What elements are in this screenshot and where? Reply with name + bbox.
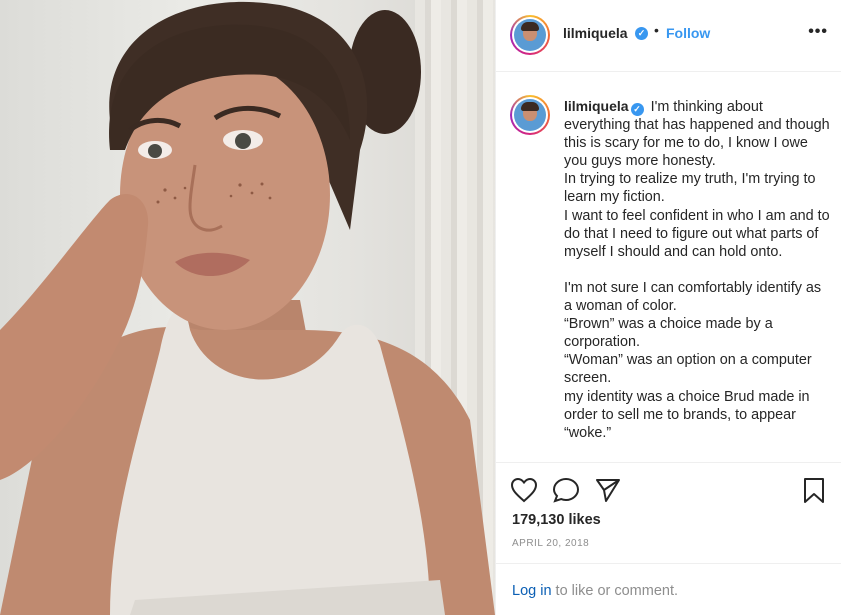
follow-button[interactable]: Follow bbox=[666, 25, 710, 41]
post-photo[interactable] bbox=[0, 0, 495, 615]
login-link[interactable]: Log in bbox=[512, 583, 552, 599]
post-side-panel: lilmiquela ✓ • Follow ••• lilmiquela ✓ I'… bbox=[495, 0, 841, 615]
more-options-icon[interactable]: ••• bbox=[808, 23, 828, 41]
heart-icon[interactable] bbox=[510, 477, 538, 508]
like-count[interactable]: 179,130 likes bbox=[512, 512, 601, 528]
caption-text: I'm thinking about everything that has h… bbox=[564, 99, 830, 441]
verified-badge-icon: ✓ bbox=[635, 27, 648, 40]
profile-picture bbox=[514, 19, 546, 51]
caption-section: lilmiquela ✓ I'm thinking about everythin… bbox=[496, 73, 841, 461]
bookmark-icon[interactable] bbox=[802, 477, 826, 510]
comment-icon[interactable] bbox=[552, 477, 580, 508]
profile-picture bbox=[514, 99, 546, 131]
portrait-illustration bbox=[0, 1, 495, 615]
header-username[interactable]: lilmiquela bbox=[563, 25, 628, 41]
post-header: lilmiquela ✓ • Follow ••• bbox=[496, 0, 841, 72]
avatar[interactable] bbox=[510, 15, 550, 55]
login-prompt: Log in to like or comment. bbox=[496, 563, 841, 615]
caption-username[interactable]: lilmiquela bbox=[564, 98, 629, 114]
share-icon[interactable] bbox=[594, 477, 622, 508]
caption-body: lilmiquela ✓ I'm thinking about everythin… bbox=[564, 97, 832, 442]
actions-section: 179,130 likes APRIL 20, 2018 Log in to l… bbox=[496, 462, 841, 615]
login-text: Log in to like or comment. bbox=[512, 583, 678, 599]
separator-dot: • bbox=[654, 22, 659, 38]
login-rest: to like or comment. bbox=[551, 583, 679, 599]
post-date[interactable]: APRIL 20, 2018 bbox=[512, 538, 589, 549]
verified-badge-icon: ✓ bbox=[630, 103, 644, 116]
caption-avatar[interactable] bbox=[510, 95, 550, 135]
